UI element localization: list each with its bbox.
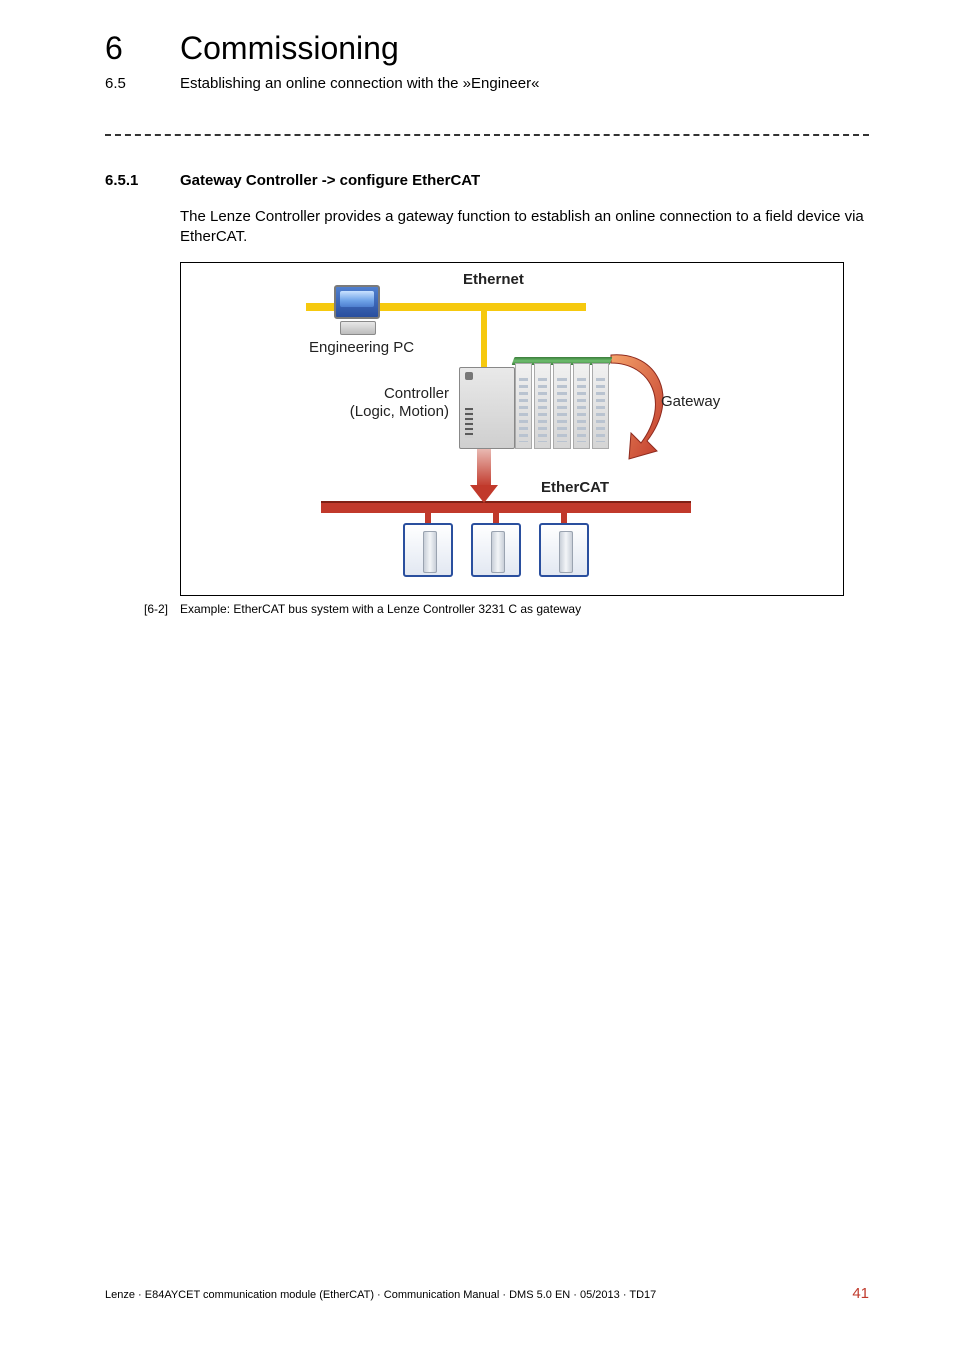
engineering-pc-icon (334, 285, 380, 335)
slave-module-icon (539, 523, 589, 577)
body-paragraph: The Lenze Controller provides a gateway … (180, 207, 869, 248)
label-ethernet: Ethernet (463, 271, 524, 288)
chapter-number: 6 (105, 30, 180, 67)
label-controller-1: Controller (353, 385, 449, 402)
figure: Ethernet Engineering PC Controller (Logi… (180, 262, 844, 596)
slave-module-icon (403, 523, 453, 577)
section-title: Establishing an online connection with t… (180, 75, 539, 92)
chapter-title: Commissioning (180, 30, 399, 67)
label-ethercat: EtherCAT (541, 479, 609, 496)
section-number: 6.5 (105, 75, 180, 92)
page-number: 41 (852, 1285, 869, 1302)
label-controller-2: (Logic, Motion) (347, 403, 449, 420)
figure-caption-number: [6-2] (105, 602, 180, 616)
subsection-title: Gateway Controller -> configure EtherCAT (180, 172, 480, 189)
controller-icon (459, 363, 609, 449)
label-gateway: Gateway (661, 393, 720, 410)
label-engineering-pc: Engineering PC (309, 339, 414, 356)
divider (105, 134, 869, 136)
subsection-number: 6.5.1 (105, 172, 180, 189)
slave-module-icon (471, 523, 521, 577)
footer-text: Lenze · E84AYCET communication module (E… (105, 1289, 656, 1301)
figure-caption-text: Example: EtherCAT bus system with a Lenz… (180, 602, 581, 616)
